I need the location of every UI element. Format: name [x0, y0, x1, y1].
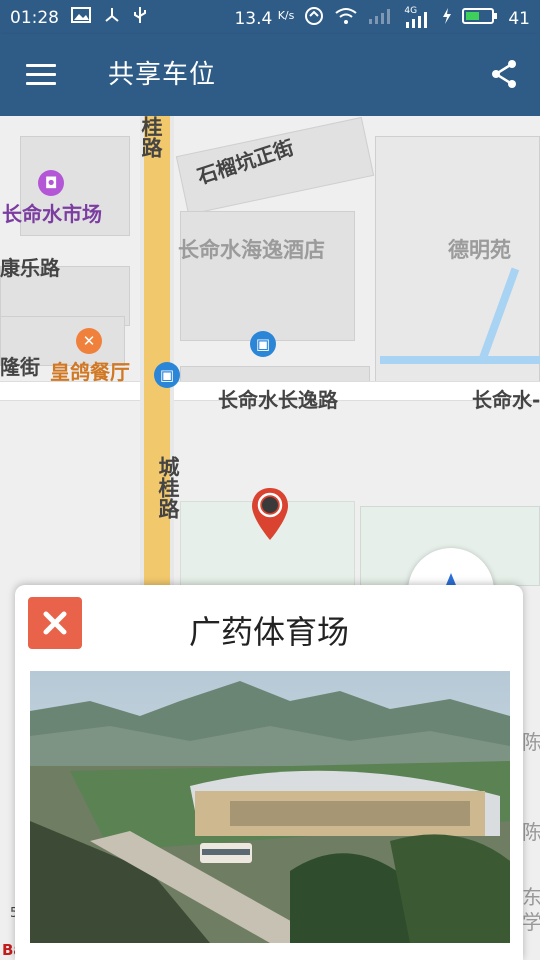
battery-icon — [462, 7, 498, 30]
net-speed: 13.4 — [234, 8, 273, 29]
page-title: 共享车位 — [108, 60, 217, 90]
road-label-long: 隆街 — [0, 355, 40, 379]
place-title: 广药体育场 — [188, 613, 349, 651]
status-time: 01:28 — [10, 7, 59, 28]
road-label-bottom: 城桂路 — [156, 456, 180, 519]
canal — [380, 356, 540, 364]
place-photo — [30, 671, 510, 943]
hotel-label: 长命水海逸酒店 — [178, 238, 325, 262]
market-label: 长命水市场 — [2, 202, 102, 226]
usb-debug-icon — [103, 6, 121, 29]
edge-label: 陈 — [522, 820, 540, 844]
charging-icon — [442, 7, 452, 30]
restaurant-icon[interactable]: ✕ — [76, 328, 102, 354]
net-speed-unit: K/s — [277, 8, 295, 22]
signal-4g-icon: 4G — [404, 6, 432, 28]
edge-label: 陈 — [522, 730, 540, 754]
road-label-changyi-right: 长命水- — [472, 388, 540, 412]
restaurant-label: 皇鸽餐厅 — [50, 360, 130, 384]
signal-weak-icon — [368, 8, 394, 29]
road-label-top: 桂路 — [139, 116, 163, 158]
edge-label: 学 — [522, 910, 540, 934]
status-bar: 01:28 13.4 K/s 4G 41 — [0, 0, 540, 34]
share-button[interactable] — [488, 58, 520, 90]
usb-icon — [133, 6, 147, 29]
location-pin-icon[interactable] — [248, 486, 292, 542]
battery-level: 41 — [508, 8, 530, 29]
road-label-kangle: 康乐路 — [0, 256, 60, 280]
bus-stop-icon[interactable]: ▣ — [154, 362, 180, 388]
place-card: 广药体育场 — [15, 585, 523, 960]
menu-icon-bar — [26, 73, 56, 76]
gallery-notification-icon — [71, 7, 91, 28]
map-block — [180, 211, 355, 341]
deming-label: 德明苑 — [448, 238, 511, 262]
road-label-changyi: 长命水长逸路 — [218, 388, 338, 412]
market-icon[interactable]: ◘ — [38, 170, 64, 196]
app-bar: 共享车位 — [0, 34, 540, 116]
bus-stop-icon[interactable]: ▣ — [250, 331, 276, 357]
data-saver-icon — [304, 6, 324, 31]
share-icon — [492, 60, 516, 88]
menu-button[interactable] — [26, 64, 58, 86]
menu-icon — [26, 64, 56, 67]
menu-icon-bar — [26, 82, 56, 85]
wifi-icon — [334, 7, 358, 30]
